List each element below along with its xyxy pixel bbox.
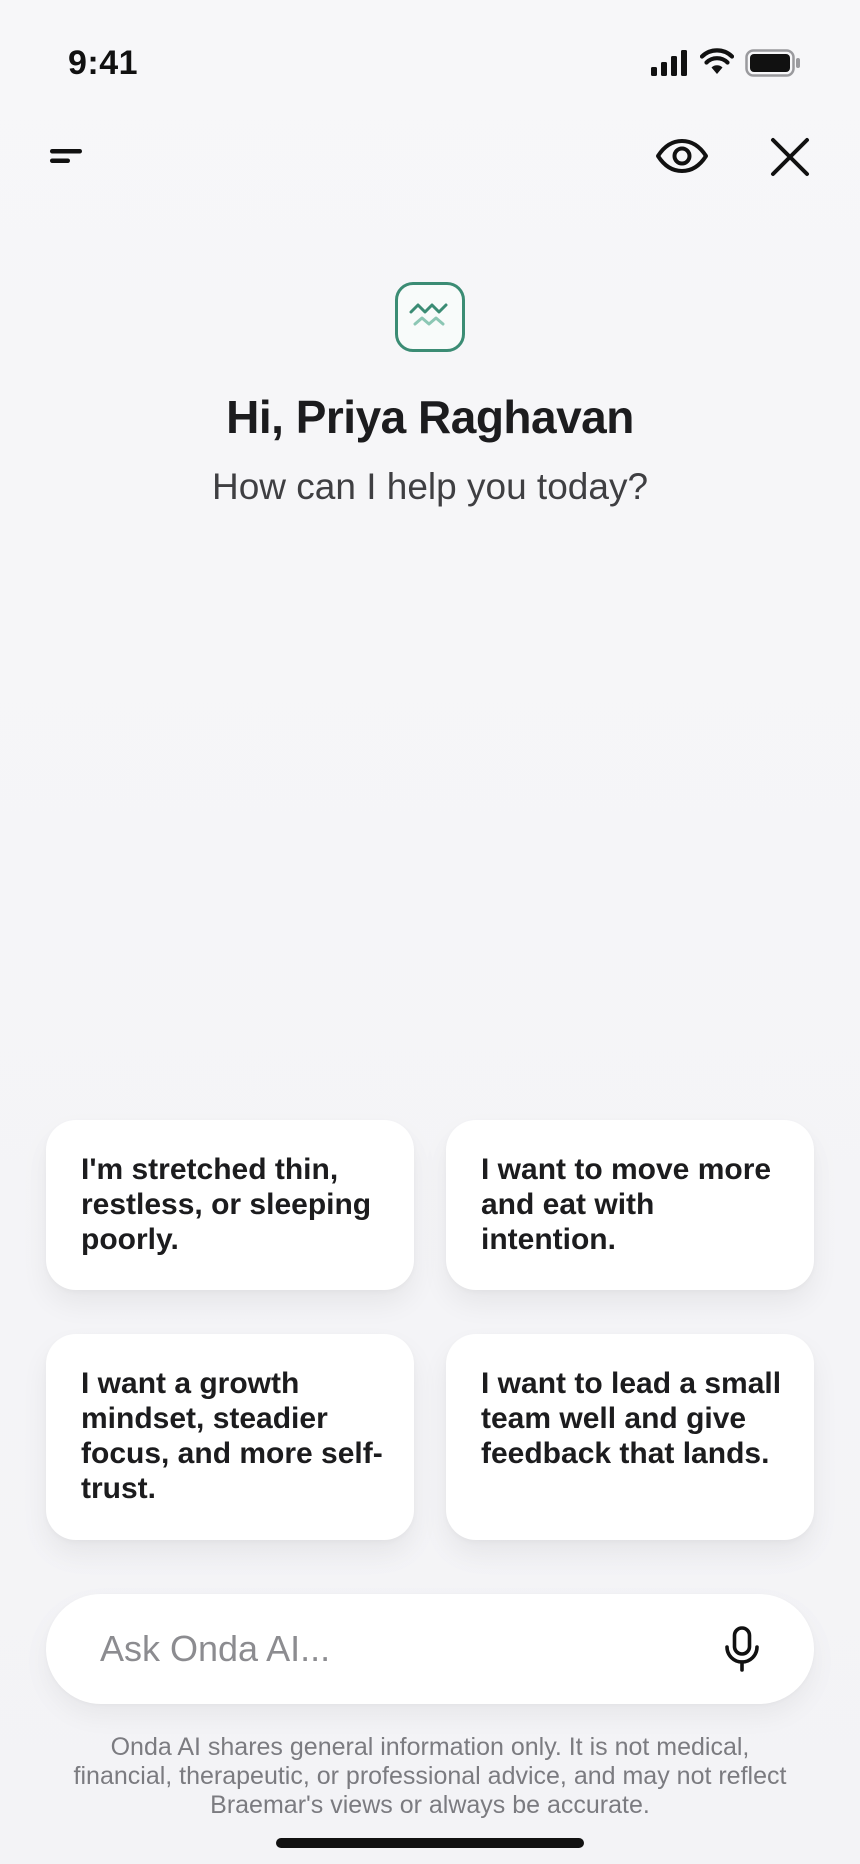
cellular-signal-icon bbox=[651, 50, 687, 76]
microphone-icon bbox=[725, 1626, 759, 1672]
prompt-card-movement-nutrition[interactable]: I want to move more and eat with intenti… bbox=[446, 1120, 814, 1290]
wave-logo-icon bbox=[409, 303, 448, 326]
battery-icon bbox=[745, 49, 800, 77]
privacy-toggle-button[interactable] bbox=[652, 132, 712, 180]
greeting-title: Hi, Priya Raghavan bbox=[226, 391, 634, 443]
prompt-card-growth-mindset[interactable]: I want a growth mindset, steadier focus,… bbox=[46, 1334, 414, 1540]
prompt-card-label: I want to move more and eat with intenti… bbox=[481, 1153, 772, 1256]
menu-icon bbox=[50, 149, 82, 163]
status-time: 9:41 bbox=[68, 44, 139, 82]
chat-home-screen: 9:41 Hi, Priya Raghavan How can I help y… bbox=[0, 0, 860, 1864]
close-icon bbox=[771, 138, 809, 176]
voice-input-button[interactable] bbox=[722, 1624, 762, 1674]
prompt-card-stress-sleep[interactable]: I'm stretched thin, restless, or sleepin… bbox=[46, 1120, 414, 1290]
close-button[interactable] bbox=[765, 132, 815, 182]
prompt-card-team-leadership[interactable]: I want to lead a small team well and giv… bbox=[446, 1334, 814, 1540]
home-indicator bbox=[276, 1838, 584, 1848]
menu-button[interactable] bbox=[40, 136, 96, 176]
wifi-icon bbox=[700, 48, 734, 74]
app-logo bbox=[395, 282, 465, 352]
ask-input[interactable] bbox=[100, 1594, 700, 1704]
greeting-subtitle: How can I help you today? bbox=[211, 466, 649, 507]
chat-input-bar bbox=[46, 1594, 814, 1704]
status-bar: 9:41 bbox=[0, 0, 860, 120]
eye-icon bbox=[656, 139, 708, 173]
prompt-card-label: I want a growth mindset, steadier focus,… bbox=[81, 1367, 383, 1505]
prompt-card-label: I want to lead a small team well and giv… bbox=[481, 1367, 782, 1470]
prompt-card-label: I'm stretched thin, restless, or sleepin… bbox=[81, 1153, 372, 1256]
ai-disclaimer: Onda AI shares general information only.… bbox=[73, 1733, 787, 1819]
